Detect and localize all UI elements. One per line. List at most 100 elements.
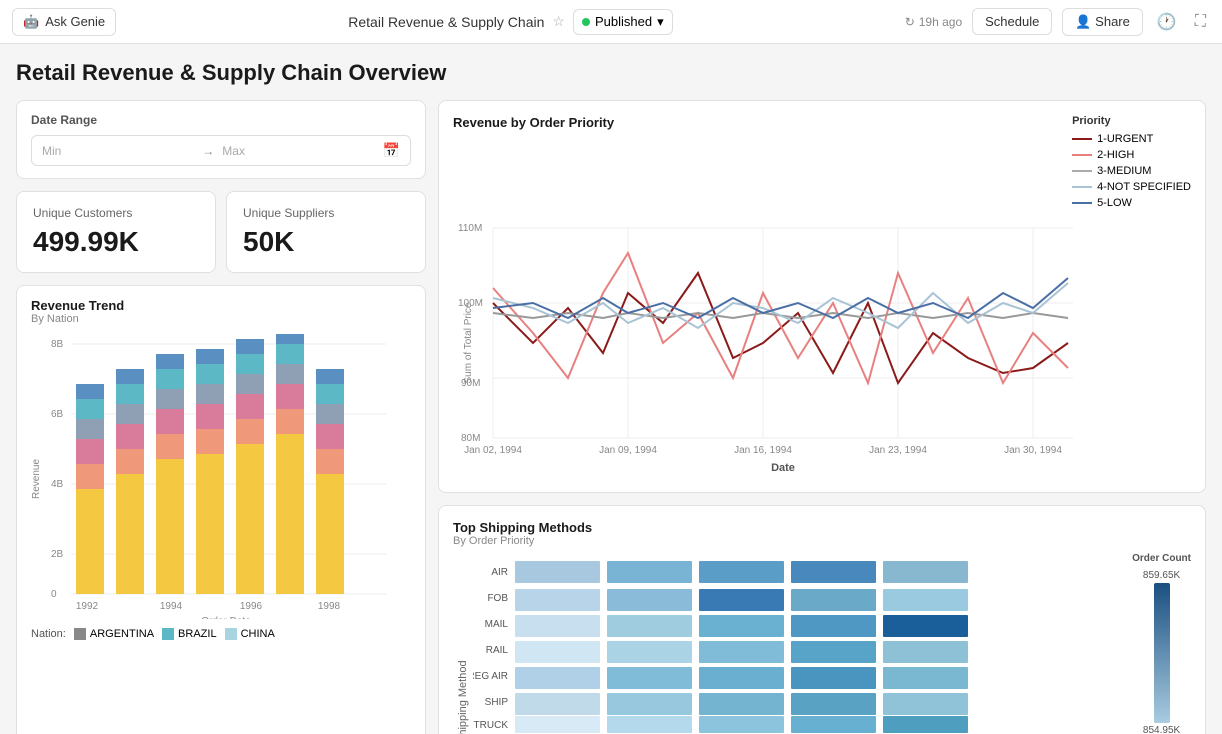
legend-not-specified: 4-NOT SPECIFIED [1072, 181, 1191, 193]
suppliers-card: Unique Suppliers 50K [226, 191, 426, 273]
revenue-trend-card: Revenue Trend By Nation 8B 6B 4B 2B 0 Re… [16, 285, 426, 734]
svg-text:2B: 2B [51, 549, 64, 560]
nation-legend: Nation: ARGENTINA BRAZIL CHINA [31, 628, 411, 640]
fullscreen-icon[interactable]: ⛶ [1191, 9, 1210, 35]
legend-medium: 3-MEDIUM [1072, 165, 1191, 177]
kpi-row: Unique Customers 499.99K Unique Supplier… [16, 191, 426, 273]
date-range-label: Date Range [31, 113, 411, 127]
svg-text:Date: Date [771, 462, 795, 473]
argentina-color [74, 628, 86, 640]
china-legend: CHINA [225, 628, 275, 640]
customers-card: Unique Customers 499.99K [16, 191, 216, 273]
date-range-card: Date Range Min → Max 📅 [16, 100, 426, 179]
published-badge[interactable]: Published ▾ [573, 9, 673, 35]
high-line [1072, 154, 1092, 156]
nav-title: Retail Revenue & Supply Chain [348, 14, 544, 30]
svg-text:Jan 30, 1994: Jan 30, 1994 [1004, 445, 1062, 456]
svg-text:Jan 02, 1994: Jan 02, 1994 [464, 445, 522, 456]
svg-text:Order Date: Order Date [201, 616, 251, 619]
legend-title: Priority [1072, 115, 1191, 127]
high-label: 2-HIGH [1097, 149, 1134, 161]
urgent-label: 1-URGENT [1097, 133, 1153, 145]
left-column: Date Range Min → Max 📅 Unique Customers … [16, 100, 426, 734]
svg-text:Revenue: Revenue [31, 459, 42, 499]
legend-low: 5-LOW [1072, 197, 1191, 209]
medium-line [1072, 170, 1092, 172]
refresh-time: 19h ago [919, 15, 962, 29]
shipping-methods-card: Top Shipping Methods By Order Priority S… [438, 505, 1206, 734]
brazil-color [162, 628, 174, 640]
max-count: 859.65K [1143, 570, 1180, 581]
low-label: 5-LOW [1097, 197, 1132, 209]
svg-text:TRUCK: TRUCK [474, 720, 509, 731]
low-line [1072, 202, 1092, 204]
suppliers-value: 50K [243, 226, 409, 258]
shipping-title: Top Shipping Methods [453, 520, 1191, 535]
date-min[interactable]: Min [42, 144, 194, 158]
china-color [225, 628, 237, 640]
svg-text:SHIP: SHIP [485, 697, 509, 708]
main-content: Retail Revenue & Supply Chain Overview D… [0, 44, 1222, 734]
ask-genie-button[interactable]: 🤖 Ask Genie [12, 8, 116, 36]
schedule-button[interactable]: Schedule [972, 8, 1052, 35]
shipping-y-label: Shipping Method [453, 553, 469, 734]
urgent-line [1072, 138, 1092, 140]
page-title: Retail Revenue & Supply Chain Overview [16, 60, 1206, 86]
legend-high: 2-HIGH [1072, 149, 1191, 161]
share-button[interactable]: 👤 Share [1062, 8, 1143, 36]
star-icon[interactable]: ☆ [552, 13, 565, 30]
svg-text:1994: 1994 [160, 601, 183, 612]
published-dot [582, 18, 590, 26]
date-max[interactable]: Max [222, 144, 374, 158]
revenue-priority-title: Revenue by Order Priority [453, 115, 614, 130]
right-column: Revenue by Order Priority Priority 1-URG… [438, 100, 1206, 734]
svg-text:110M: 110M [458, 223, 482, 234]
shipping-subtitle: By Order Priority [453, 535, 1191, 547]
svg-text:Jan 16, 1994: Jan 16, 1994 [734, 445, 792, 456]
chevron-down-icon: ▾ [657, 14, 664, 30]
arrow-icon: → [202, 144, 214, 158]
heatmap-area: AIR FOB MAIL RAIL REG AIR SHIP TRUCK [473, 553, 1120, 734]
calendar-icon[interactable]: 📅 [383, 142, 400, 159]
gradient-bar [1154, 583, 1170, 723]
ask-genie-label: Ask Genie [45, 14, 105, 29]
history-icon[interactable]: 🕐 [1153, 8, 1181, 36]
svg-text:1998: 1998 [318, 601, 341, 612]
legend-urgent: 1-URGENT [1072, 133, 1191, 145]
published-label: Published [595, 14, 652, 29]
svg-text:1996: 1996 [240, 601, 263, 612]
svg-text:RAIL: RAIL [486, 645, 509, 656]
suppliers-label: Unique Suppliers [243, 206, 409, 220]
svg-text:6B: 6B [51, 409, 64, 420]
revenue-trend-title: Revenue Trend [31, 298, 411, 313]
revenue-trend-subtitle: By Nation [31, 313, 411, 325]
genie-icon: 🤖 [23, 14, 39, 30]
svg-text:8B: 8B [51, 339, 64, 350]
svg-text:4B: 4B [51, 479, 64, 490]
svg-text:80M: 80M [461, 433, 480, 444]
nav-right: ↻ 19h ago Schedule 👤 Share 🕐 ⛶ [905, 8, 1210, 36]
svg-text:FOB: FOB [487, 593, 508, 604]
order-count-label: Order Count [1132, 553, 1191, 564]
refresh-area: ↻ 19h ago [905, 15, 962, 29]
nav-title-area: Retail Revenue & Supply Chain ☆ Publishe… [126, 9, 895, 35]
svg-text:1992: 1992 [76, 601, 99, 612]
svg-text:REG AIR: REG AIR [473, 671, 508, 682]
top-nav: 🤖 Ask Genie Retail Revenue & Supply Chai… [0, 0, 1222, 44]
svg-text:AIR: AIR [491, 567, 508, 578]
min-count: 854.95K [1143, 725, 1180, 734]
nation-label: Nation: [31, 628, 66, 640]
line-chart-svg: 110M 100M 90M 80M Sum of Total Price [453, 213, 1133, 473]
brazil-legend: BRAZIL [162, 628, 217, 640]
china-label: CHINA [241, 628, 275, 640]
medium-label: 3-MEDIUM [1097, 165, 1151, 177]
argentina-label: ARGENTINA [90, 628, 154, 640]
not-specified-line [1072, 186, 1092, 188]
color-scale: Order Count 859.65K 854.95K [1132, 553, 1191, 734]
heatmap-svg: AIR FOB MAIL RAIL REG AIR SHIP TRUCK [473, 553, 1053, 734]
svg-text:Sum of Total Price: Sum of Total Price [463, 302, 474, 383]
refresh-icon: ↻ [905, 15, 915, 29]
date-range-inputs[interactable]: Min → Max 📅 [31, 135, 411, 166]
svg-text:MAIL: MAIL [485, 619, 509, 630]
brazil-label: BRAZIL [178, 628, 217, 640]
